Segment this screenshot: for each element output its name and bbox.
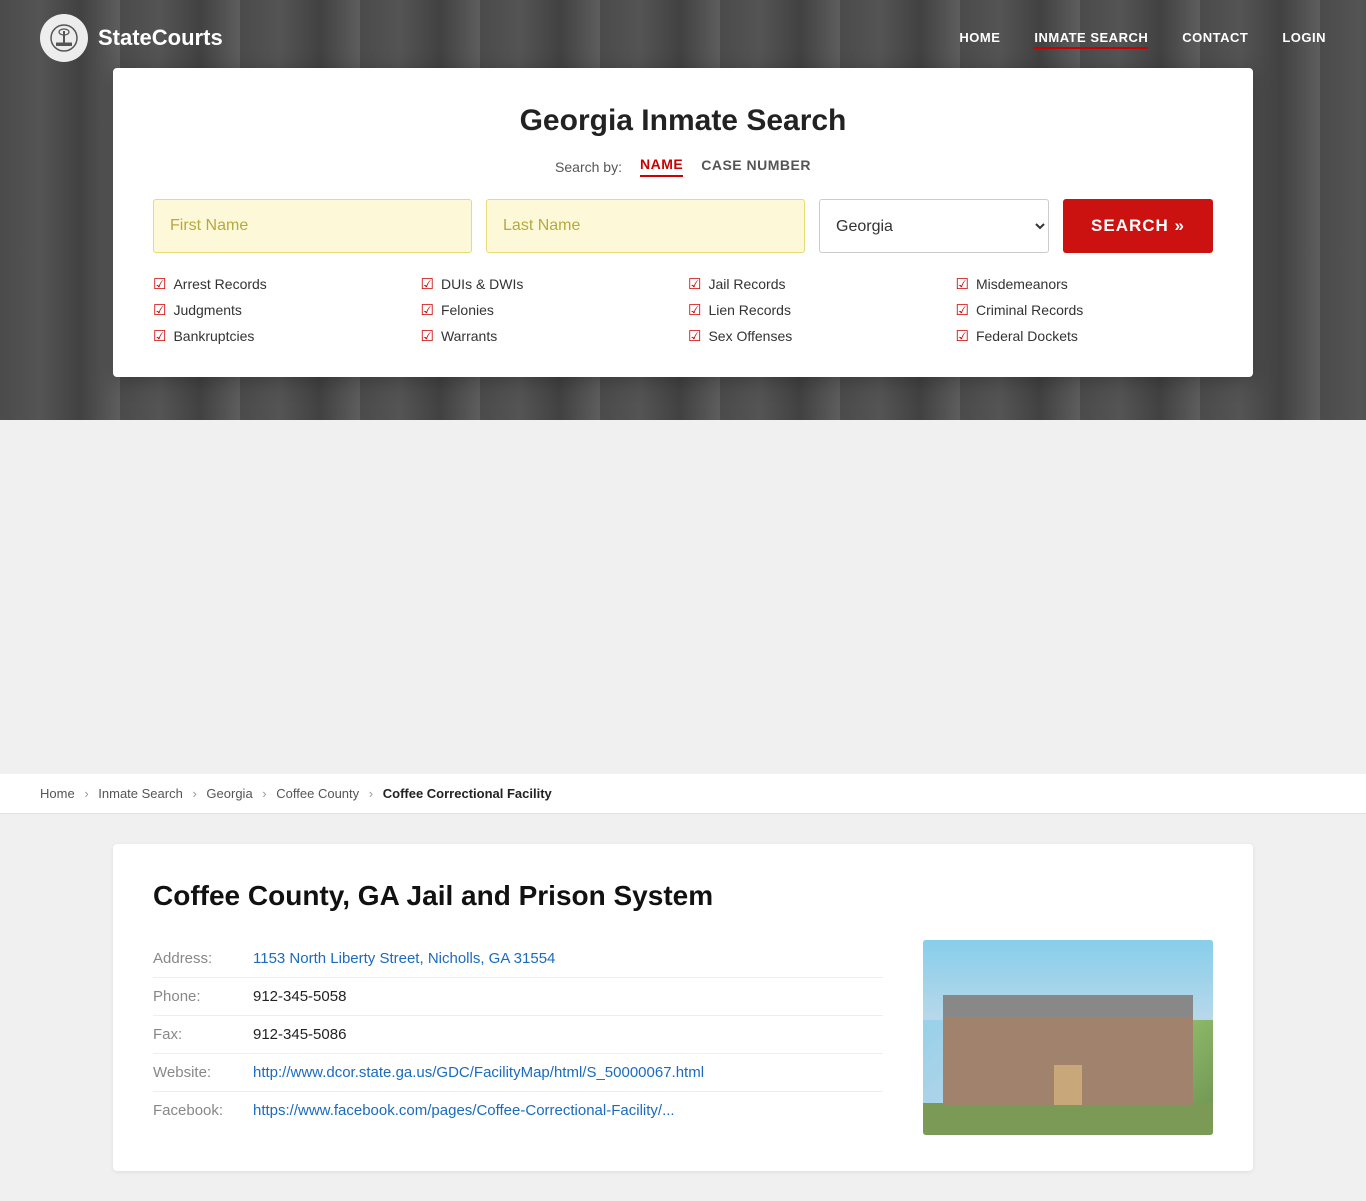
info-layout: Address: 1153 North Liberty Street, Nich… bbox=[153, 940, 1213, 1135]
search-button[interactable]: SEARCH » bbox=[1063, 199, 1213, 253]
address-label: Address: bbox=[153, 950, 253, 967]
hero-section: COURTHOUSE StateCourts HOME INMATE SEARC… bbox=[0, 0, 1366, 420]
check-icon-duis: ☑ bbox=[421, 275, 434, 293]
checkbox-label-lien: Lien Records bbox=[708, 302, 791, 318]
website-label: Website: bbox=[153, 1064, 253, 1081]
breadcrumb-coffee-county[interactable]: Coffee County bbox=[276, 786, 359, 801]
breadcrumb-sep-2: › bbox=[192, 786, 196, 801]
facebook-link[interactable]: https://www.facebook.com/pages/Coffee-Co… bbox=[253, 1102, 675, 1119]
nav-home[interactable]: HOME bbox=[959, 30, 1000, 45]
checkbox-federal-dockets: ☑ Federal Dockets bbox=[956, 327, 1214, 345]
facebook-label: Facebook: bbox=[153, 1102, 253, 1119]
logo-icon bbox=[40, 14, 88, 62]
checkbox-label-bankruptcies: Bankruptcies bbox=[173, 328, 254, 344]
fax-label: Fax: bbox=[153, 1026, 253, 1043]
check-icon-misdemeanors: ☑ bbox=[956, 275, 969, 293]
check-icon-judgments: ☑ bbox=[153, 301, 166, 319]
facebook-row: Facebook: https://www.facebook.com/pages… bbox=[153, 1092, 883, 1129]
image-door bbox=[1054, 1065, 1082, 1105]
facility-info-table: Address: 1153 North Liberty Street, Nich… bbox=[153, 940, 883, 1135]
checkbox-warrants: ☑ Warrants bbox=[421, 327, 679, 345]
address-value: 1153 North Liberty Street, Nicholls, GA … bbox=[253, 950, 555, 967]
fax-value: 912-345-5086 bbox=[253, 1026, 346, 1043]
address-row: Address: 1153 North Liberty Street, Nich… bbox=[153, 940, 883, 978]
tab-case-number[interactable]: CASE NUMBER bbox=[701, 157, 811, 176]
checkbox-label-judgments: Judgments bbox=[173, 302, 241, 318]
checkbox-jail-records: ☑ Jail Records bbox=[688, 275, 946, 293]
content-card: Coffee County, GA Jail and Prison System… bbox=[113, 844, 1253, 1171]
search-by-row: Search by: NAME CASE NUMBER bbox=[153, 156, 1213, 177]
check-icon-bankruptcies: ☑ bbox=[153, 327, 166, 345]
facility-title: Coffee County, GA Jail and Prison System bbox=[153, 880, 1213, 912]
main-content: Coffee County, GA Jail and Prison System… bbox=[93, 814, 1273, 1201]
check-icon-warrants: ☑ bbox=[421, 327, 434, 345]
checkbox-label-warrants: Warrants bbox=[441, 328, 497, 344]
image-building bbox=[943, 1015, 1193, 1105]
checkbox-lien-records: ☑ Lien Records bbox=[688, 301, 946, 319]
checkbox-sex-offenses: ☑ Sex Offenses bbox=[688, 327, 946, 345]
phone-row: Phone: 912-345-5058 bbox=[153, 978, 883, 1016]
website-link[interactable]: http://www.dcor.state.ga.us/GDC/Facility… bbox=[253, 1064, 704, 1081]
state-select[interactable]: Georgia bbox=[819, 199, 1049, 253]
checkbox-label-arrest: Arrest Records bbox=[173, 276, 266, 292]
breadcrumb-inmate-search[interactable]: Inmate Search bbox=[98, 786, 183, 801]
breadcrumb-home[interactable]: Home bbox=[40, 786, 75, 801]
breadcrumb-georgia[interactable]: Georgia bbox=[206, 786, 252, 801]
page-title: Georgia Inmate Search bbox=[153, 104, 1213, 138]
phone-value: 912-345-5058 bbox=[253, 988, 346, 1005]
nav-contact[interactable]: CONTACT bbox=[1182, 30, 1248, 45]
breadcrumb: Home › Inmate Search › Georgia › Coffee … bbox=[0, 774, 1366, 814]
checkbox-label-federal: Federal Dockets bbox=[976, 328, 1078, 344]
search-inputs-row: Georgia SEARCH » bbox=[153, 199, 1213, 253]
nav-login[interactable]: LOGIN bbox=[1282, 30, 1326, 45]
breadcrumb-sep-4: › bbox=[369, 786, 373, 801]
breadcrumb-sep-3: › bbox=[262, 786, 266, 801]
logo-text: StateCourts bbox=[98, 25, 223, 51]
check-icon-felonies: ☑ bbox=[421, 301, 434, 319]
phone-label: Phone: bbox=[153, 988, 253, 1005]
image-ground bbox=[923, 1103, 1213, 1135]
top-navigation: StateCourts HOME INMATE SEARCH CONTACT L… bbox=[0, 0, 1366, 76]
facility-image bbox=[923, 940, 1213, 1135]
checkbox-duis: ☑ DUIs & DWIs bbox=[421, 275, 679, 293]
first-name-input[interactable] bbox=[153, 199, 472, 253]
fax-row: Fax: 912-345-5086 bbox=[153, 1016, 883, 1054]
checkbox-label-jail: Jail Records bbox=[708, 276, 785, 292]
breadcrumb-sep-1: › bbox=[84, 786, 88, 801]
nav-inmate-search[interactable]: INMATE SEARCH bbox=[1034, 30, 1148, 49]
checkbox-felonies: ☑ Felonies bbox=[421, 301, 679, 319]
tab-name[interactable]: NAME bbox=[640, 156, 683, 177]
checkbox-label-criminal: Criminal Records bbox=[976, 302, 1083, 318]
last-name-input[interactable] bbox=[486, 199, 805, 253]
checkbox-label-sex-offenses: Sex Offenses bbox=[708, 328, 792, 344]
search-by-label: Search by: bbox=[555, 159, 622, 175]
checkbox-misdemeanors: ☑ Misdemeanors bbox=[956, 275, 1214, 293]
checkbox-label-duis: DUIs & DWIs bbox=[441, 276, 523, 292]
site-logo[interactable]: StateCourts bbox=[40, 14, 223, 62]
website-value: http://www.dcor.state.ga.us/GDC/Facility… bbox=[253, 1064, 704, 1081]
checkbox-bankruptcies: ☑ Bankruptcies bbox=[153, 327, 411, 345]
check-icon-lien: ☑ bbox=[688, 301, 701, 319]
check-icon-jail: ☑ bbox=[688, 275, 701, 293]
checkbox-criminal-records: ☑ Criminal Records bbox=[956, 301, 1214, 319]
check-icon-arrest: ☑ bbox=[153, 275, 166, 293]
breadcrumb-current: Coffee Correctional Facility bbox=[383, 786, 552, 801]
check-icon-federal: ☑ bbox=[956, 327, 969, 345]
website-row: Website: http://www.dcor.state.ga.us/GDC… bbox=[153, 1054, 883, 1092]
search-card: Georgia Inmate Search Search by: NAME CA… bbox=[113, 68, 1253, 377]
checkbox-label-misdemeanors: Misdemeanors bbox=[976, 276, 1068, 292]
check-icon-sex-offenses: ☑ bbox=[688, 327, 701, 345]
checkbox-label-felonies: Felonies bbox=[441, 302, 494, 318]
check-icon-criminal: ☑ bbox=[956, 301, 969, 319]
nav-links-list: HOME INMATE SEARCH CONTACT LOGIN bbox=[959, 29, 1326, 47]
checkbox-arrest-records: ☑ Arrest Records bbox=[153, 275, 411, 293]
checkboxes-grid: ☑ Arrest Records ☑ DUIs & DWIs ☑ Jail Re… bbox=[153, 275, 1213, 345]
facebook-value: https://www.facebook.com/pages/Coffee-Co… bbox=[253, 1102, 675, 1119]
checkbox-judgments: ☑ Judgments bbox=[153, 301, 411, 319]
